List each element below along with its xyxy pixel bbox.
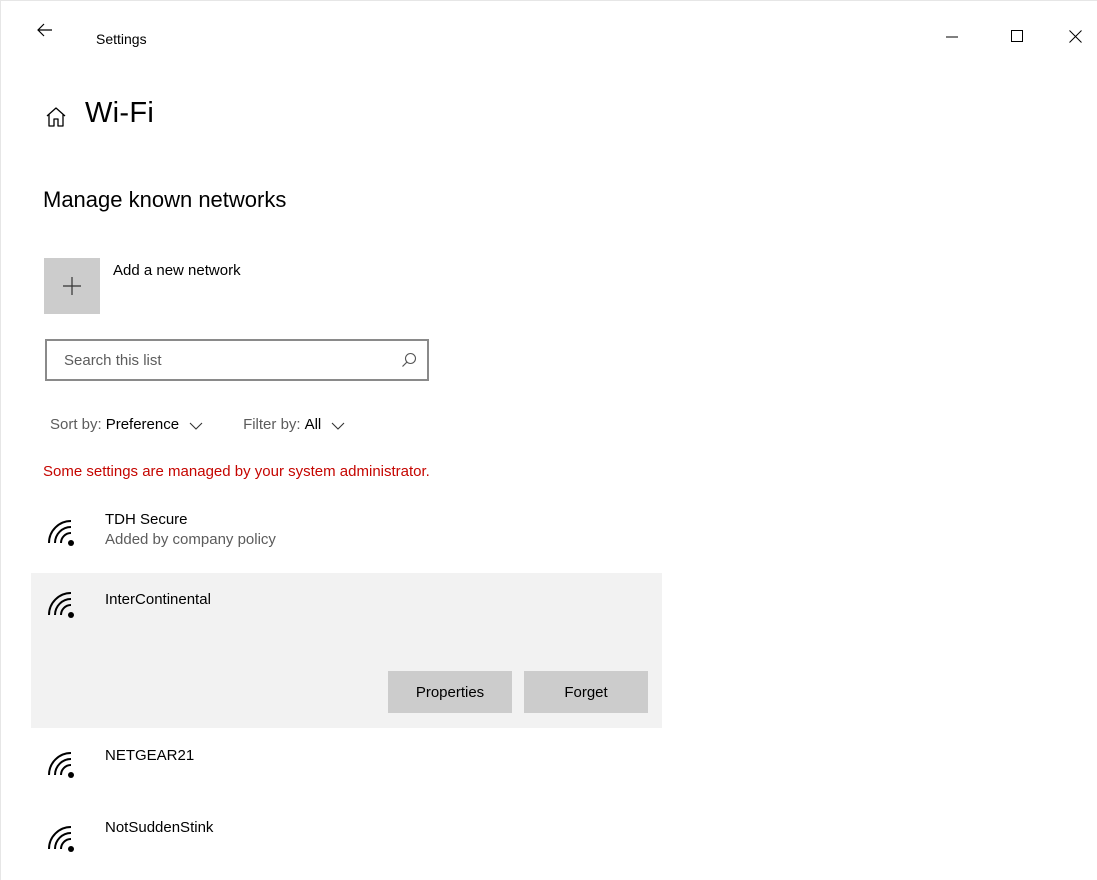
page-title: Wi-Fi <box>85 97 155 129</box>
network-subtitle: Added by company policy <box>105 531 276 548</box>
wifi-signal-icon <box>48 826 74 852</box>
add-network-label: Add a new network <box>113 262 241 279</box>
filter-value: All <box>304 416 322 433</box>
maximize-button[interactable] <box>994 13 1040 59</box>
sort-filter-bar: Sort by: Preference Filter by: All <box>50 416 345 433</box>
title-bar: Settings <box>1 1 1097 67</box>
filter-label: Filter by: <box>243 416 301 433</box>
network-name: InterContinental <box>105 591 211 608</box>
network-item-tdh-secure[interactable]: TDH Secure Added by company policy <box>31 501 662 567</box>
network-name: TDH Secure <box>105 511 188 528</box>
network-name: NotSuddenStink <box>105 819 214 836</box>
properties-button[interactable]: Properties <box>388 671 512 713</box>
minimize-icon <box>946 36 958 38</box>
search-icon[interactable] <box>401 352 417 368</box>
wifi-signal-icon <box>48 592 74 618</box>
network-item-intercontinental[interactable]: InterContinental Properties Forget <box>31 573 662 728</box>
settings-window: Settings Wi-Fi Manage known networks Add… <box>0 0 1097 880</box>
minimize-button[interactable] <box>929 13 975 59</box>
search-input[interactable] <box>62 350 401 370</box>
add-network-button[interactable]: Add a new network <box>44 258 241 314</box>
close-button[interactable] <box>1052 13 1097 59</box>
plus-icon <box>63 277 81 295</box>
network-actions: Properties Forget <box>388 671 648 713</box>
admin-managed-notice: Some settings are managed by your system… <box>43 463 430 480</box>
maximize-icon <box>1011 30 1023 42</box>
sort-label: Sort by: <box>50 416 102 433</box>
filter-dropdown[interactable]: Filter by: All <box>243 416 345 433</box>
wifi-signal-icon <box>48 520 74 546</box>
section-title: Manage known networks <box>43 187 287 212</box>
forget-button[interactable]: Forget <box>524 671 648 713</box>
network-item-netgear21[interactable]: NETGEAR21 <box>31 733 662 799</box>
back-button[interactable] <box>23 13 67 59</box>
chevron-down-icon <box>189 422 203 430</box>
sort-dropdown[interactable]: Sort by: Preference <box>50 416 203 433</box>
network-name: NETGEAR21 <box>105 747 195 764</box>
page-header: Wi-Fi <box>45 97 154 130</box>
back-arrow-icon <box>37 23 52 37</box>
chevron-down-icon <box>331 422 345 430</box>
home-icon[interactable] <box>45 106 67 128</box>
close-icon <box>1068 29 1082 43</box>
network-item-notsuddenstink[interactable]: NotSuddenStink <box>31 807 662 880</box>
wifi-signal-icon <box>48 752 74 778</box>
sort-value: Preference <box>105 416 180 433</box>
app-title: Settings <box>96 31 147 47</box>
search-box[interactable] <box>45 339 429 381</box>
add-network-tile[interactable] <box>44 258 100 314</box>
